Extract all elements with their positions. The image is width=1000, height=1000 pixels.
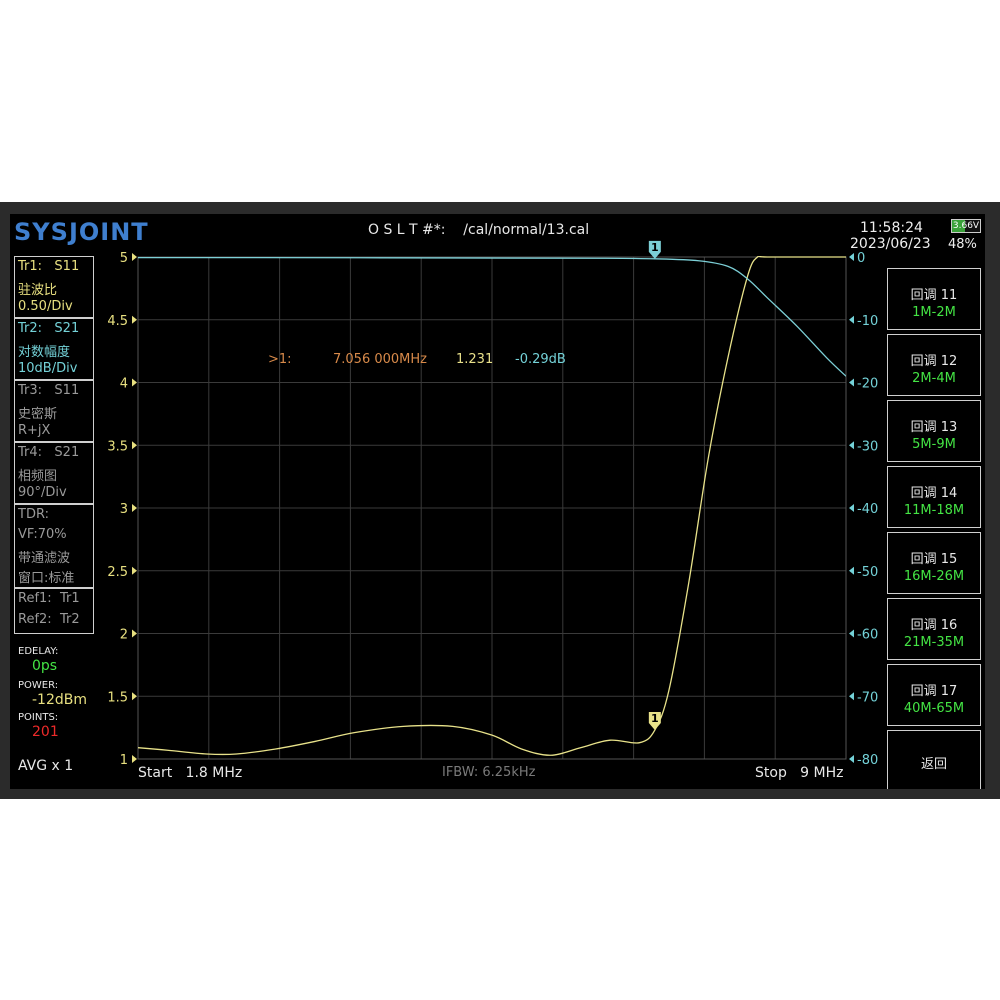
right-tick-label: -50 xyxy=(857,565,878,580)
softkey-recall-11-range: 1M-2M xyxy=(912,305,956,320)
marker-label: 1 xyxy=(651,712,659,725)
right-tick-arrow xyxy=(849,315,854,324)
right-tick-label: -70 xyxy=(857,690,878,705)
right-tick-label: -80 xyxy=(857,753,878,768)
softkey-recall-12-range: 2M-4M xyxy=(912,371,956,386)
left-tick-arrow xyxy=(132,253,137,261)
left-tick-label: 4.5 xyxy=(107,314,128,329)
right-tick-arrow xyxy=(849,441,854,450)
axis-ticks: 5 4.5 4 3.5 3 2.5 2 1.5 1 0 -10 -20 -30 -40 -50 -60 -70 -… xyxy=(107,251,878,768)
right-tick-label: -60 xyxy=(857,628,878,643)
left-tick-arrow xyxy=(132,629,137,638)
softkey-recall-12[interactable]: 回调 12 2M-4M xyxy=(887,334,981,396)
right-tick-arrow xyxy=(849,566,854,575)
plot-grid xyxy=(137,256,847,760)
right-tick-label: -40 xyxy=(857,502,878,517)
right-tick-arrow xyxy=(849,629,854,638)
markers: 11 xyxy=(648,240,661,731)
softkey-recall-13-range: 5M-9M xyxy=(912,437,956,452)
softkey-recall-16-range: 21M-35M xyxy=(903,635,965,650)
softkey-recall-16-label: 回调 16 xyxy=(910,618,958,633)
left-tick-label: 2 xyxy=(120,628,128,643)
softkey-back[interactable]: 返回 xyxy=(887,730,981,789)
softkey-recall-11-label: 回调 11 xyxy=(910,288,958,303)
right-tick-label: -10 xyxy=(857,314,878,329)
softkey-recall-15[interactable]: 回调 15 16M-26M xyxy=(887,532,981,594)
marker-readout-label: >1: xyxy=(268,352,292,367)
left-tick-label: 3 xyxy=(120,502,128,517)
softkey-recall-14[interactable]: 回调 14 11M-18M xyxy=(887,466,981,528)
softkey-recall-16[interactable]: 回调 16 21M-35M xyxy=(887,598,981,660)
softkey-recall-17-range: 40M-65M xyxy=(903,701,965,716)
sweep-stop[interactable]: Stop 9 MHz xyxy=(755,765,844,781)
ifbw[interactable]: IFBW: 6.25kHz xyxy=(442,765,535,780)
sweep-start[interactable]: Start 1.8 MHz xyxy=(138,765,242,781)
marker-readout-swr: 1.231 xyxy=(456,352,494,367)
left-tick-arrow xyxy=(132,755,137,763)
left-tick-arrow xyxy=(132,441,137,450)
right-tick-label: 0 xyxy=(857,251,865,266)
softkey-recall-17-label: 回调 17 xyxy=(910,684,958,699)
device-bezel: SYSJOINT O S L T #*: /cal/normal/13.cal … xyxy=(0,202,1000,799)
marker-1: 1 xyxy=(648,712,661,731)
marker-2: 1 xyxy=(648,240,661,259)
softkey-recall-14-range: 11M-18M xyxy=(903,503,965,518)
softkey-recall-13-label: 回调 13 xyxy=(910,420,958,435)
left-tick-label: 3.5 xyxy=(107,439,128,454)
left-tick-label: 1 xyxy=(120,753,128,768)
left-tick-arrow xyxy=(132,692,137,701)
softkey-recall-11[interactable]: 回调 11 1M-2M xyxy=(887,268,981,330)
right-tick-arrow xyxy=(849,692,854,701)
softkey-recall-15-label: 回调 15 xyxy=(910,552,958,567)
right-tick-label: -30 xyxy=(857,439,878,454)
softkey-back-label: 返回 xyxy=(920,757,947,772)
marker-readout-freq: 7.056 000MHz xyxy=(333,352,427,367)
softkey-recall-12-label: 回调 12 xyxy=(910,354,958,369)
right-tick-arrow xyxy=(849,504,854,512)
softkey-recall-13[interactable]: 回调 13 5M-9M xyxy=(887,400,981,462)
right-tick-label: -20 xyxy=(857,377,878,392)
softkey-recall-17[interactable]: 回调 17 40M-65M xyxy=(887,664,981,726)
marker-readout-db: -0.29dB xyxy=(515,352,566,367)
left-tick-label: 1.5 xyxy=(107,690,128,705)
right-tick-arrow xyxy=(849,378,854,387)
left-tick-label: 4 xyxy=(120,377,128,392)
marker-label: 1 xyxy=(651,241,659,254)
trace-plot[interactable]: 5 4.5 4 3.5 3 2.5 2 1.5 1 0 -10 -20 -30 -40 -50 -60 -70 -… xyxy=(10,214,985,789)
left-tick-label: 5 xyxy=(120,251,128,266)
softkey-recall-14-label: 回调 14 xyxy=(910,486,958,501)
left-tick-arrow xyxy=(132,566,137,575)
softkey-recall-15-range: 16M-26M xyxy=(903,569,965,584)
left-tick-arrow xyxy=(132,504,137,512)
left-tick-arrow xyxy=(132,315,137,324)
left-tick-label: 2.5 xyxy=(107,565,128,580)
right-tick-arrow xyxy=(849,253,854,261)
left-tick-arrow xyxy=(132,378,137,387)
vna-display: SYSJOINT O S L T #*: /cal/normal/13.cal … xyxy=(10,214,985,789)
right-tick-arrow xyxy=(849,755,854,763)
